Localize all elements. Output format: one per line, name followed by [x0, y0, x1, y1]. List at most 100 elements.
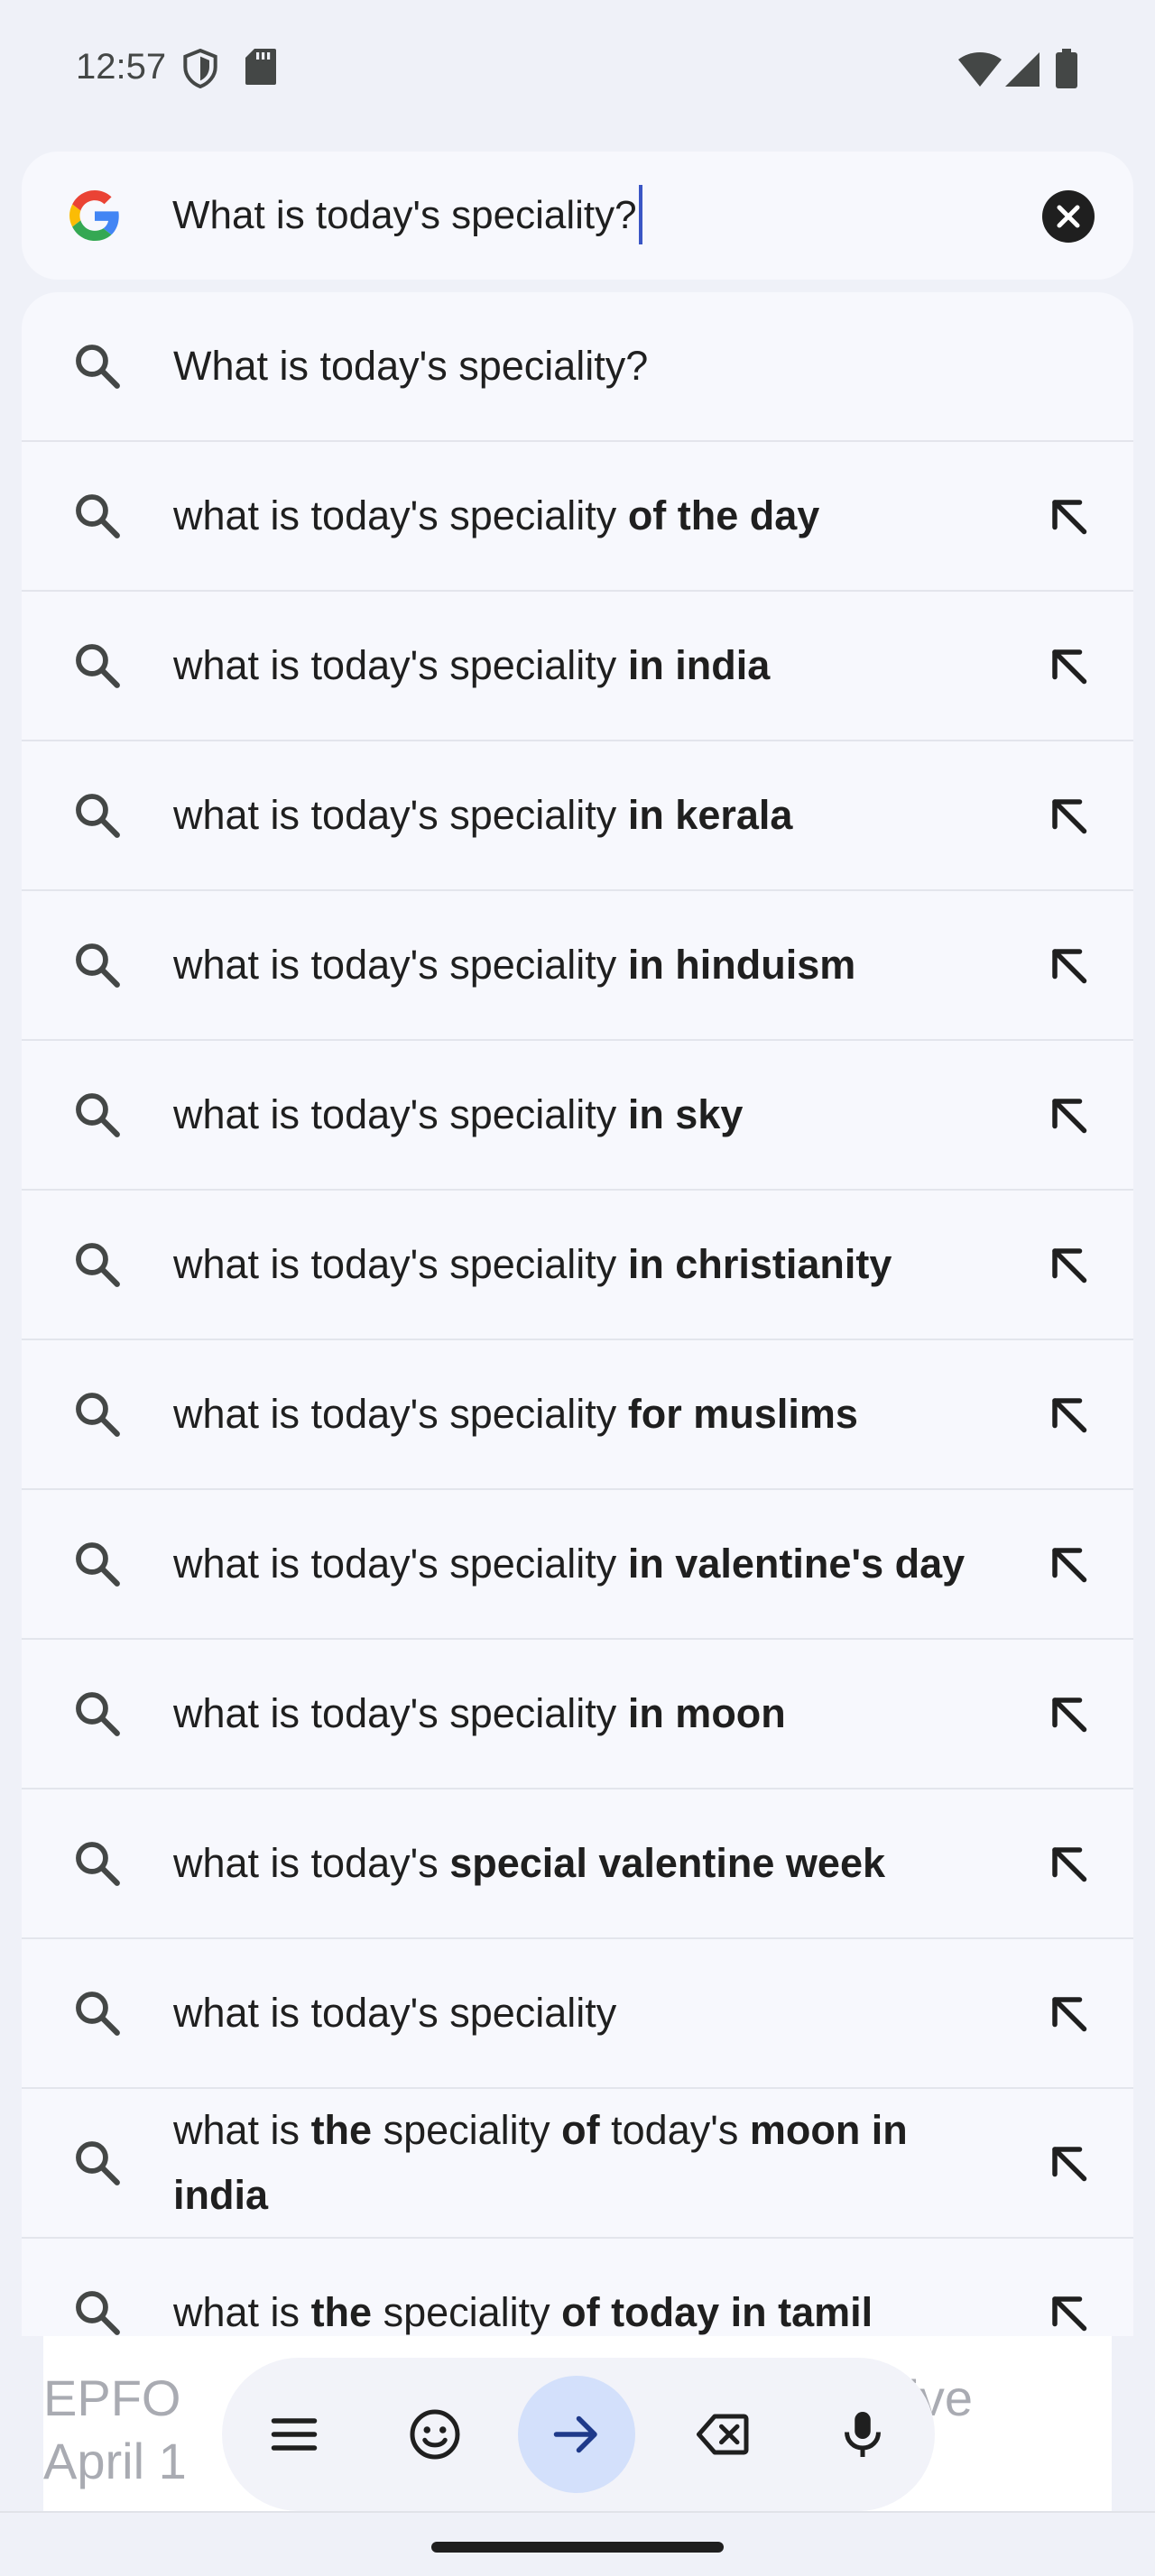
suggestion-text: what is today's speciality: [173, 1981, 971, 2046]
search-query: What is today's speciality?: [172, 193, 637, 237]
keyboard-area: EPFO ctive April 1: [0, 2336, 1155, 2576]
suggestion-row[interactable]: what is today's speciality in kerala: [22, 741, 1133, 891]
divider: [0, 2511, 1155, 2513]
shield-icon: [182, 48, 218, 93]
suggestion-text-bold: in hinduism: [627, 942, 856, 988]
suggestion-text-bold: in valentine's day: [627, 1541, 966, 1587]
suggestion-row[interactable]: what is today's special valentine week: [22, 1789, 1133, 1939]
search-icon: [71, 1538, 124, 1590]
suggestion-text-part: what is today's speciality: [173, 1091, 628, 1137]
suggestion-text: what is today's speciality in moon: [173, 1681, 971, 1746]
suggestion-row[interactable]: what is today's speciality in hinduism: [22, 891, 1133, 1041]
suggestion-text-bold: the: [310, 2107, 373, 2153]
search-icon: [71, 1987, 124, 2039]
status-time: 12:57: [76, 47, 167, 87]
suggestion-text-bold: for muslims: [627, 1391, 858, 1437]
suggestion-row[interactable]: what is today's speciality in valentine'…: [22, 1490, 1133, 1640]
cellular-signal-icon: [1005, 52, 1040, 91]
suggestions-list: What is today's speciality? what is today…: [22, 292, 1133, 2336]
suggestion-text: what is today's speciality in hinduism: [173, 933, 971, 998]
sd-card-icon: [245, 49, 276, 89]
search-icon: [71, 1837, 124, 1890]
search-icon: [71, 939, 124, 991]
suggestion-row[interactable]: What is today's speciality?: [22, 292, 1133, 442]
fill-query-arrow-icon[interactable]: [1041, 2286, 1095, 2336]
fill-query-arrow-icon[interactable]: [1041, 639, 1095, 693]
battery-icon: [1056, 49, 1077, 93]
suggestion-text: what is today's speciality in valentine'…: [173, 1532, 971, 1596]
suggestion-text-bold: in sky: [627, 1091, 744, 1137]
search-icon: [71, 2286, 124, 2336]
search-icon: [71, 1238, 124, 1291]
backspace-button[interactable]: [675, 2386, 772, 2483]
text-cursor: [638, 185, 642, 245]
suggestion-text: what is today's speciality in kerala: [173, 783, 971, 848]
suggestion-text-part: what is today's speciality: [173, 1690, 628, 1736]
search-icon: [71, 490, 124, 542]
suggestion-text-part: what is: [173, 2107, 311, 2153]
suggestion-text-part: what is: [173, 2289, 311, 2335]
suggestion-text-part: What is today's speciality?: [173, 343, 649, 389]
voice-button[interactable]: [814, 2386, 911, 2483]
wifi-icon: [958, 52, 1002, 91]
suggestion-row[interactable]: what is today's speciality of the day: [22, 442, 1133, 592]
suggestion-text-bold: in christianity: [627, 1241, 892, 1287]
fill-query-arrow-icon[interactable]: [1041, 489, 1095, 543]
search-icon: [71, 1089, 124, 1141]
search-input[interactable]: What is today's speciality?: [172, 152, 642, 280]
menu-button[interactable]: [245, 2386, 343, 2483]
suggestion-text-bold: in moon: [627, 1690, 786, 1736]
fill-query-arrow-icon[interactable]: [1041, 1986, 1095, 2040]
status-bar: 12:57: [0, 0, 1155, 135]
fill-query-arrow-icon[interactable]: [1041, 788, 1095, 842]
suggestion-text-bold: in kerala: [627, 792, 793, 838]
suggestion-text: what is today's speciality of the day: [173, 483, 971, 548]
suggestion-text-bold: of today in tamil: [561, 2289, 873, 2335]
emoji-button[interactable]: [386, 2386, 484, 2483]
suggestion-text: what is today's speciality in india: [173, 633, 971, 698]
fill-query-arrow-icon[interactable]: [1041, 1237, 1095, 1292]
suggestion-text-part: what is today's speciality: [173, 1241, 628, 1287]
suggestion-text-bold: of: [561, 2107, 600, 2153]
suggestion-text: what is the speciality of today's moon i…: [173, 2098, 971, 2228]
suggestion-text-part: what is today's speciality: [173, 1541, 628, 1587]
close-circle-icon[interactable]: [1042, 190, 1095, 243]
suggestion-row[interactable]: what is today's speciality in sky: [22, 1041, 1133, 1191]
suggestion-text-part: what is today's speciality: [173, 792, 628, 838]
suggestion-text-bold: of the day: [627, 492, 820, 538]
suggestion-row[interactable]: what is today's speciality for muslims: [22, 1340, 1133, 1490]
suggestion-text: what is today's special valentine week: [173, 1831, 971, 1896]
search-icon: [71, 340, 124, 392]
home-indicator[interactable]: [431, 2542, 724, 2553]
fill-query-arrow-icon[interactable]: [1041, 2136, 1095, 2190]
suggestion-text-part: what is today's speciality: [173, 1990, 617, 2036]
suggestion-text: what is today's speciality in christiani…: [173, 1232, 971, 1297]
search-icon: [71, 1388, 124, 1440]
suggestion-row[interactable]: what is the speciality of today in tamil: [22, 2239, 1133, 2336]
fill-query-arrow-icon[interactable]: [1041, 1687, 1095, 1741]
suggestion-text-part: speciality: [372, 2107, 562, 2153]
suggestion-row[interactable]: what is today's speciality: [22, 1939, 1133, 2089]
suggestion-row[interactable]: what is the speciality of today's moon i…: [22, 2089, 1133, 2239]
fill-query-arrow-icon[interactable]: [1041, 1387, 1095, 1441]
suggestion-text-part: today's: [599, 2107, 750, 2153]
suggestion-text: what is today's speciality for muslims: [173, 1382, 971, 1447]
suggestion-text-part: speciality: [372, 2289, 562, 2335]
suggestion-text-part: what is today's: [173, 1840, 450, 1886]
google-logo: [69, 190, 120, 241]
search-icon: [71, 639, 124, 692]
suggestion-row[interactable]: what is today's speciality in india: [22, 592, 1133, 741]
suggestion-text-part: what is today's speciality: [173, 942, 628, 988]
suggestion-text-part: what is today's speciality: [173, 642, 628, 688]
search-box[interactable]: What is today's speciality?: [22, 152, 1133, 280]
go-button[interactable]: [518, 2376, 635, 2493]
fill-query-arrow-icon[interactable]: [1041, 1088, 1095, 1142]
fill-query-arrow-icon[interactable]: [1041, 1836, 1095, 1891]
fill-query-arrow-icon[interactable]: [1041, 938, 1095, 992]
suggestion-row[interactable]: what is today's speciality in christiani…: [22, 1191, 1133, 1340]
fill-query-arrow-icon[interactable]: [1041, 1537, 1095, 1591]
search-icon: [71, 1688, 124, 1740]
suggestion-text-bold: the: [310, 2289, 373, 2335]
suggestion-text: what is today's speciality in sky: [173, 1082, 971, 1147]
suggestion-row[interactable]: what is today's speciality in moon: [22, 1640, 1133, 1789]
